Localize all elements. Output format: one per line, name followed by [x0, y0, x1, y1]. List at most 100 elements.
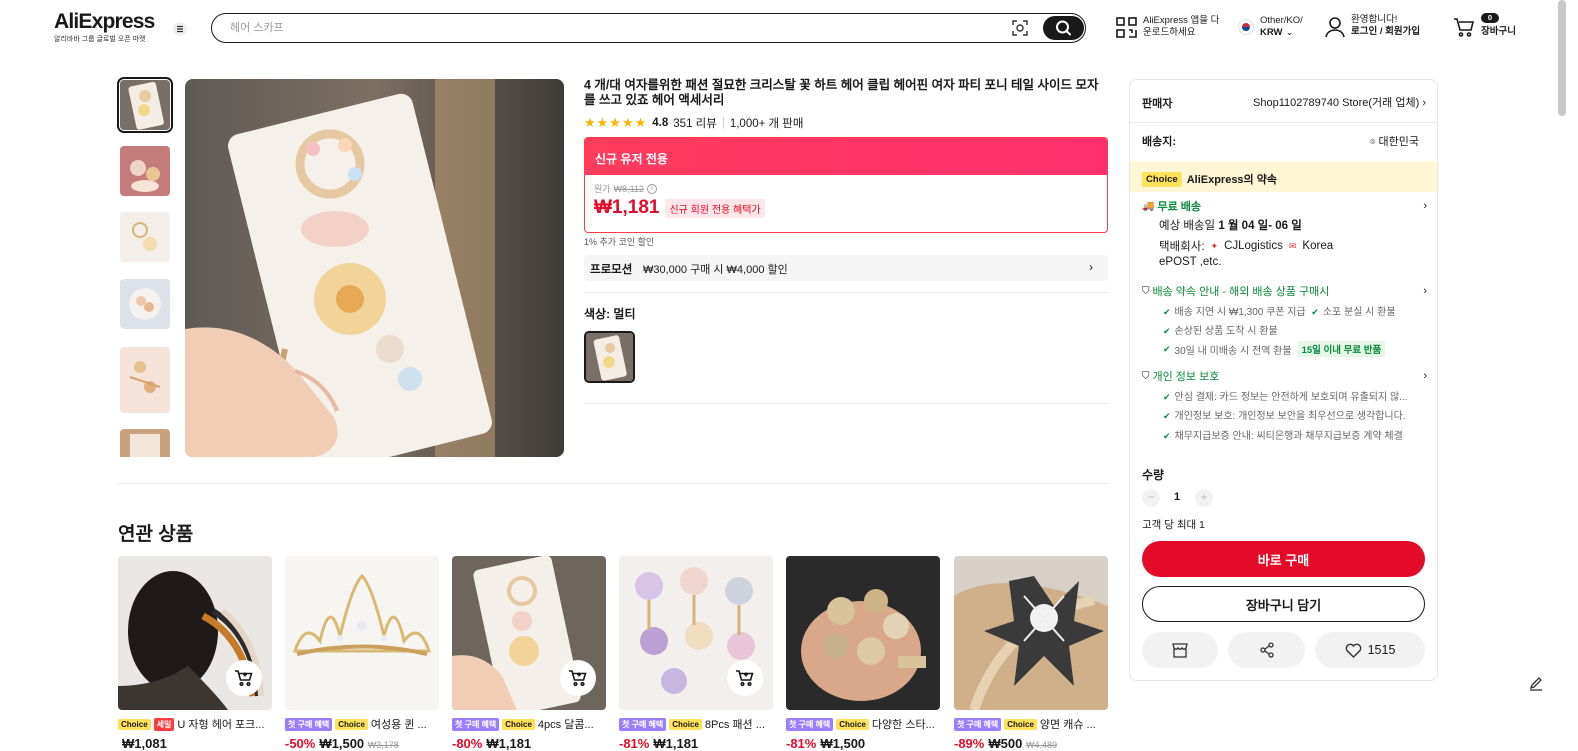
check-icon: ✔ [1163, 343, 1171, 354]
app-download-icon[interactable] [1116, 17, 1137, 38]
product-image[interactable] [786, 556, 940, 710]
first-purchase-badge: 첫 구매 혜택 [786, 717, 834, 731]
ship-to-selector[interactable]: ⌾ 대한민국 [1370, 133, 1419, 149]
app-download-line1: AliExpress 앱을 다 [1143, 15, 1220, 26]
share-button[interactable] [1228, 632, 1305, 668]
korea-post-icon: ✉ [1288, 240, 1297, 251]
image-search-icon[interactable] [1012, 20, 1028, 36]
product-name: 8Pcs 패션 ... [704, 719, 765, 731]
coin-note: 1% 추가 코인 할인 [584, 237, 655, 247]
wishlist-button[interactable]: 1515 [1315, 632, 1425, 668]
locale-line1: Other/KO/ [1260, 15, 1303, 26]
product-image[interactable] [954, 556, 1108, 710]
choice-badge: Choice [502, 718, 535, 730]
account-link[interactable]: 환영합니다! 로그인 / 회원가입 [1351, 14, 1420, 38]
privacy-2: 개인정보 보호: 개인정보 보안을 최우선으로 생각합니다. [1174, 411, 1406, 422]
thumbnail-5[interactable] [120, 347, 170, 413]
promotion-bar[interactable]: 프로모션 ₩30,000 구매 시 ₩4,000 할인 › [584, 255, 1108, 281]
user-icon[interactable] [1325, 16, 1345, 38]
product-card[interactable]: 첫 구매 혜택 Choice 양면 캐슈 ... -89% ₩500 ₩4,489 [954, 556, 1108, 751]
star-rating-icon: ★★★★★ [584, 115, 648, 130]
quantity-increase-button[interactable]: + [1195, 489, 1213, 507]
quantity-decrease-button[interactable]: − [1142, 489, 1160, 507]
locale-selector[interactable]: Other/KO/ KRW ⌄ [1260, 15, 1303, 39]
info-icon[interactable]: i [646, 183, 657, 194]
thumbnail-6[interactable] [120, 429, 170, 457]
login-signup: 로그인 / 회원가입 [1351, 26, 1421, 37]
carrier-korea: Korea [1302, 240, 1334, 252]
share-icon [1259, 642, 1274, 658]
section-divider [118, 483, 1108, 484]
first-purchase-badge: 첫 구매 혜택 [954, 717, 1002, 731]
product-card[interactable]: 첫 구매 혜택 Choice 8Pcs 패션 ... -81% ₩1,181 [619, 556, 773, 751]
brand-name: AliExpress [54, 10, 155, 33]
free-shipping: 무료 배송 [1157, 201, 1201, 213]
brand-subtitle: 알리바바 그룹 글로벌 오픈 마켓 [54, 36, 146, 43]
aliexpress-logo[interactable]: AliExpress 알리바바 그룹 글로벌 오픈 마켓 [54, 11, 155, 44]
sale-price: ₩1,181 [594, 197, 660, 218]
feedback-edit-icon[interactable] [1528, 675, 1544, 691]
search-input[interactable] [230, 19, 990, 37]
color-option-multi[interactable] [584, 331, 635, 383]
privacy-row[interactable]: ⛉ 개인 정보 보호 › [1142, 368, 1427, 384]
cart-label[interactable]: 장바구니 [1481, 26, 1516, 38]
seller-link[interactable]: Shop1102789740 Store(거래 업체) › [1236, 94, 1426, 110]
menu-icon[interactable] [173, 22, 187, 36]
currency-label: KRW [1260, 27, 1283, 38]
page-scrollbar[interactable] [1558, 0, 1566, 116]
chevron-right-icon: › [1423, 200, 1427, 212]
product-name: 4pcs 달콤... [537, 719, 594, 731]
thumbnail-4[interactable] [120, 279, 170, 329]
choice-badge: Choice [669, 718, 702, 730]
add-to-cart-icon[interactable] [226, 660, 262, 696]
thumbnail-3[interactable] [120, 212, 170, 262]
carrier-cj: CJLogistics [1224, 240, 1283, 252]
new-user-price-box: 신규 유저 전용 원가 ₩8,112 i ₩1,181 신규 회원 전용 혜택가 [584, 137, 1108, 233]
add-to-cart-icon[interactable] [560, 660, 596, 696]
new-user-header: 신규 유저 전용 [585, 138, 1107, 175]
product-card[interactable]: Choice 세일 U 자형 헤어 포크... ₩1,081 [118, 556, 272, 751]
free-return-badge: 15일 이내 무료 반품 [1297, 341, 1386, 357]
seller-name: Shop1102789740 Store(거래 업체) [1253, 97, 1420, 109]
review-count[interactable]: 351 리뷰 [673, 115, 717, 131]
product-image[interactable] [285, 556, 439, 710]
product-card[interactable]: 첫 구매 혜택 Choice 4pcs 달콤... -80% ₩1,181 [452, 556, 606, 751]
add-to-cart-button[interactable]: 장바구니 담기 [1142, 586, 1425, 622]
first-purchase-badge: 첫 구매 혜택 [285, 717, 333, 731]
buy-now-button[interactable]: 바로 구매 [1142, 541, 1425, 577]
color-label: 색상: 멀티 [584, 307, 636, 321]
seller-label: 판매자 [1142, 98, 1173, 110]
free-shipping-row[interactable]: 🚚 무료 배송 › [1142, 198, 1427, 214]
app-download-link[interactable]: AliExpress 앱을 다 운로드하세요 [1143, 15, 1219, 39]
carrier-label: 택배회사: [1159, 241, 1205, 253]
thumbnail-2[interactable] [120, 146, 170, 196]
check-icon: ✔ [1163, 431, 1171, 441]
search-button[interactable] [1043, 16, 1084, 40]
product-card[interactable]: 첫 구매 혜택 Choice 다양한 스타... -81% ₩1,500 [786, 556, 940, 751]
app-download-line2: 운로드하세요 [1143, 27, 1196, 38]
store-button[interactable] [1142, 632, 1218, 668]
choice-badge: Choice [1004, 718, 1037, 730]
thumbnail-1[interactable] [117, 77, 173, 133]
location-pin-icon: ⌾ [1370, 137, 1376, 147]
carrier-more: ePOST ,etc. [1159, 256, 1222, 268]
main-product-image[interactable] [185, 79, 564, 457]
guarantee-1: 배송 지연 시 ₩1,300 쿠폰 지급 [1174, 307, 1306, 318]
rating-row: ★★★★★ 4.8 351 리뷰 | 1,000+ 개 판매 [584, 115, 803, 131]
cart-icon[interactable] [1453, 17, 1475, 37]
price-tag: 신규 회원 전용 혜택가 [665, 198, 765, 218]
quantity-value[interactable]: 1 [1174, 491, 1180, 503]
choice-promise: AliExpress의 약속 [1186, 174, 1277, 186]
ship-to-label: 배송지: [1142, 136, 1177, 148]
choice-badge: Choice [335, 718, 368, 730]
promotion-text: ₩30,000 구매 시 ₩4,000 할인 [643, 264, 788, 276]
product-card[interactable]: 첫 구매 혜택 Choice 여성용 퀸 ... -50% ₩1,500 ₩3,178 [285, 556, 439, 751]
add-to-cart-icon[interactable] [727, 660, 763, 696]
product-image[interactable] [619, 556, 773, 710]
promotion-label: 프로모션 [590, 264, 633, 276]
sale-badge: 세일 [153, 717, 175, 731]
guarantee-row[interactable]: ⛉ 배송 약속 안내 - 해외 배송 상품 구매시 › [1142, 283, 1427, 299]
product-image[interactable] [118, 556, 272, 710]
guarantee-3: 손상된 상품 도착 시 환불 [1174, 326, 1278, 337]
product-image[interactable] [452, 556, 606, 710]
